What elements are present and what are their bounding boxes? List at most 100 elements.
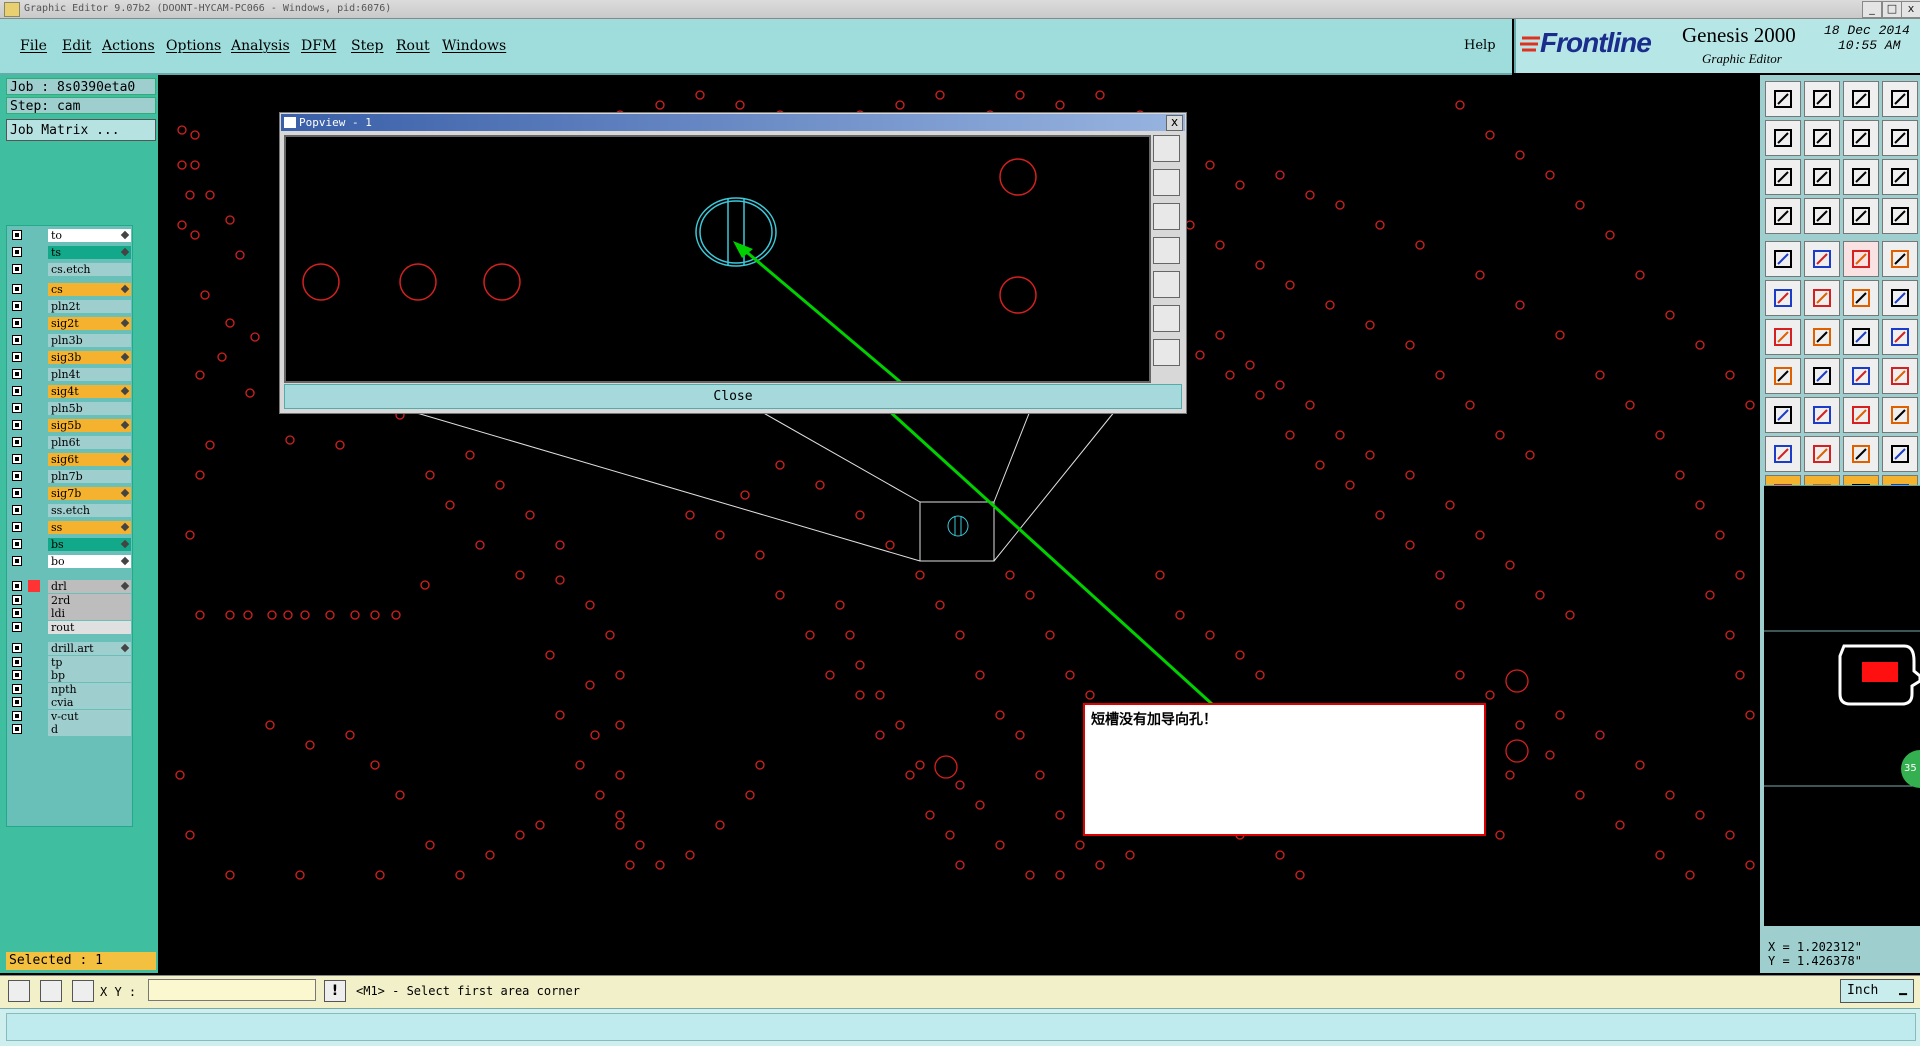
tool-button[interactable] [1804, 198, 1840, 234]
layer-name[interactable]: rout [48, 620, 131, 634]
menu-rout[interactable]: Rout [396, 38, 430, 54]
alert-icon[interactable]: ! [324, 980, 346, 1002]
popview-close-x[interactable]: x [1166, 115, 1183, 131]
tool-button[interactable] [1843, 198, 1879, 234]
layer-row[interactable]: rout [10, 620, 131, 635]
layer-checkbox[interactable] [12, 697, 22, 707]
tool-button[interactable] [1882, 159, 1918, 195]
measure-tool-button[interactable] [8, 980, 30, 1002]
layer-name[interactable]: pln4t [48, 368, 131, 381]
tool-button[interactable] [1765, 436, 1801, 472]
tool-button[interactable] [1765, 198, 1801, 234]
layer-name[interactable]: cs [48, 283, 131, 296]
layer-row[interactable]: pln3b [10, 334, 131, 348]
layer-checkbox[interactable] [12, 284, 22, 294]
layer-name[interactable]: to [48, 229, 131, 242]
tool-button[interactable] [1843, 280, 1879, 316]
tool-button[interactable] [1804, 358, 1840, 394]
layer-checkbox[interactable] [12, 335, 22, 345]
tool-button[interactable] [1765, 358, 1801, 394]
layer-row[interactable]: bs [10, 538, 131, 552]
menu-windows[interactable]: Windows [442, 38, 506, 54]
menu-actions[interactable]: Actions [102, 38, 155, 54]
layer-row[interactable]: cvia [10, 696, 131, 710]
layer-name[interactable]: tp [48, 655, 131, 669]
minimize-button[interactable]: _ [1862, 1, 1882, 18]
tool-button[interactable] [1843, 81, 1879, 117]
popview-zoom-out-button[interactable] [1153, 339, 1180, 366]
menu-options[interactable]: Options [166, 38, 221, 54]
popview-zoom-home-button[interactable] [1153, 135, 1180, 162]
layer-checkbox[interactable] [12, 656, 22, 667]
layer-row[interactable]: cs.etch [10, 263, 131, 277]
layer-checkbox[interactable] [12, 594, 22, 605]
tool-button[interactable] [1882, 120, 1918, 156]
tool-button[interactable] [1882, 436, 1918, 472]
layer-name[interactable]: d [48, 723, 131, 736]
layer-checkbox[interactable] [12, 471, 22, 481]
layer-name[interactable]: sig3b [48, 351, 131, 364]
xy-input[interactable] [148, 979, 316, 1001]
layer-name[interactable]: pln6t [48, 436, 131, 449]
layer-checkbox[interactable] [12, 403, 22, 413]
layer-checkbox[interactable] [12, 386, 22, 396]
layer-checkbox[interactable] [12, 621, 22, 632]
layer-row[interactable]: to [10, 229, 131, 243]
layer-row[interactable]: pln4t [10, 368, 131, 382]
tool-button[interactable] [1804, 319, 1840, 355]
tool-button[interactable] [1882, 280, 1918, 316]
tool-button[interactable] [1804, 280, 1840, 316]
layer-name[interactable]: npth [48, 682, 131, 696]
layer-checkbox[interactable] [12, 437, 22, 447]
layer-name[interactable]: cs.etch [48, 263, 131, 276]
layer-row[interactable]: sig7b [10, 487, 131, 501]
tool-button[interactable] [1843, 241, 1879, 277]
layer-row[interactable]: sig4t [10, 385, 131, 399]
layer-name[interactable]: sig7b [48, 487, 131, 500]
layer-row[interactable]: pln5b [10, 402, 131, 416]
tool-button[interactable] [1765, 319, 1801, 355]
layer-name[interactable]: ts [48, 246, 131, 259]
layer-row[interactable]: ts [10, 246, 131, 260]
layer-checkbox[interactable] [12, 539, 22, 549]
units-select[interactable]: Inch ▁ [1840, 979, 1914, 1003]
popview-close-button[interactable]: Close [284, 384, 1182, 409]
overview-panel[interactable]: 35 [1764, 485, 1920, 926]
popview-pan-right-button[interactable] [1153, 271, 1180, 298]
layer-checkbox[interactable] [12, 247, 22, 257]
layer-row[interactable]: cs [10, 283, 131, 297]
layer-name[interactable]: pln2t [48, 300, 131, 313]
layer-row[interactable]: sig2t [10, 317, 131, 331]
layer-name[interactable]: ss.etch [48, 504, 131, 517]
tool-button[interactable] [1765, 241, 1801, 277]
tool-button[interactable] [1882, 198, 1918, 234]
tool-button[interactable] [1804, 397, 1840, 433]
tool-button[interactable] [1882, 81, 1918, 117]
layer-name[interactable]: pln3b [48, 334, 131, 347]
tool-button[interactable] [1765, 120, 1801, 156]
popview-pan-up-button[interactable] [1153, 169, 1180, 196]
layer-name[interactable]: cvia [48, 696, 131, 709]
layer-checkbox[interactable] [12, 454, 22, 464]
layer-name[interactable]: sig2t [48, 317, 131, 330]
snap-tool-button[interactable] [40, 980, 62, 1002]
tool-button[interactable] [1765, 280, 1801, 316]
tool-button[interactable] [1765, 397, 1801, 433]
tool-button[interactable] [1843, 436, 1879, 472]
tool-button[interactable] [1804, 120, 1840, 156]
tool-button[interactable] [1804, 241, 1840, 277]
layer-checkbox[interactable] [12, 264, 22, 274]
layer-checkbox[interactable] [12, 608, 22, 618]
layer-checkbox[interactable] [12, 369, 22, 379]
layer-row[interactable]: ss [10, 521, 131, 535]
tool-button[interactable] [1804, 436, 1840, 472]
grid-tool-button[interactable] [72, 980, 94, 1002]
layer-row[interactable]: bp [10, 669, 131, 683]
layer-checkbox[interactable] [12, 301, 22, 311]
layer-row[interactable]: pln6t [10, 436, 131, 450]
layer-checkbox[interactable] [12, 522, 22, 532]
menu-help[interactable]: Help [1464, 38, 1496, 53]
layer-checkbox[interactable] [12, 710, 22, 721]
layer-checkbox[interactable] [12, 420, 22, 430]
tool-button[interactable] [1843, 397, 1879, 433]
